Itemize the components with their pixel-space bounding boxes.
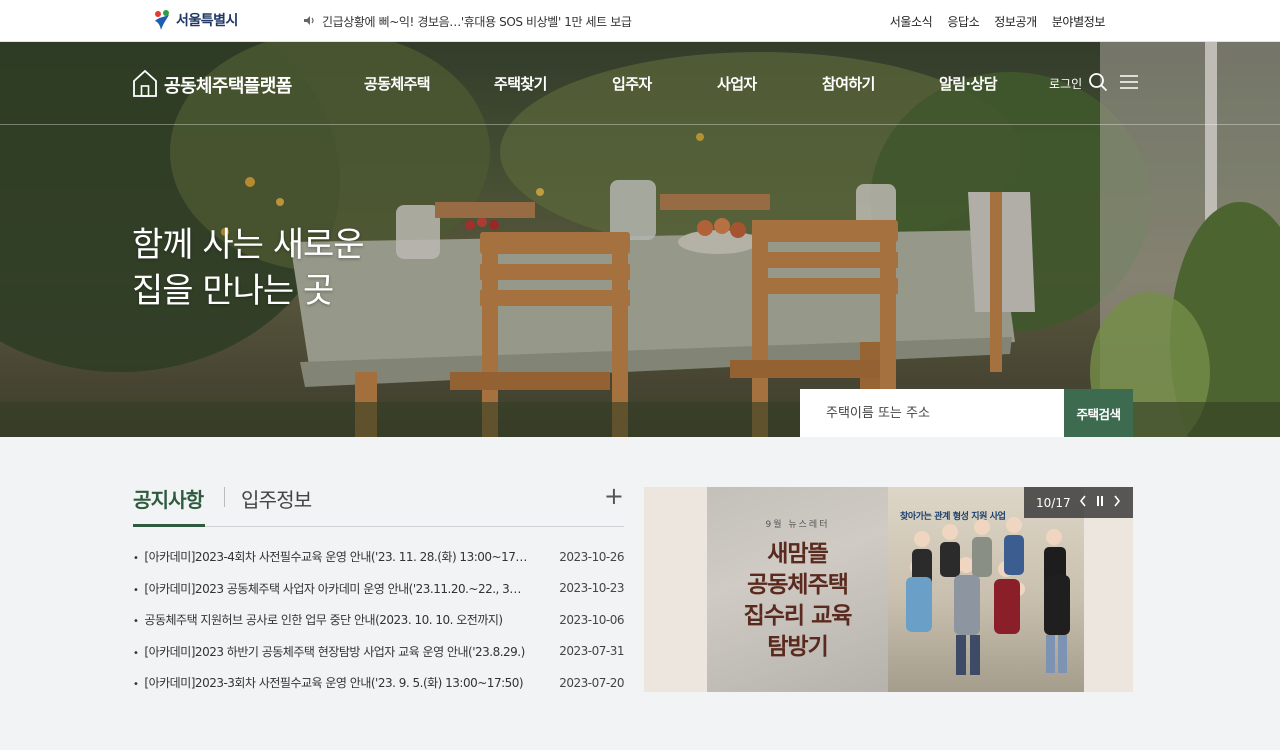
banner-pager: 10/17 [1024,487,1133,518]
hamburger-menu-icon[interactable] [1120,74,1139,93]
chevron-left-icon[interactable] [1079,495,1087,510]
main-nav: 공동체주택 주택찾기 입주자 사업자 참여하기 알림·상담 [364,73,1019,94]
list-item[interactable]: [아카데미]2023 하반기 공동체주택 현장탐방 사업자 교육 운영 안내('… [133,636,624,668]
list-item[interactable]: [아카데미]2023 공동체주택 사업자 아카데미 운영 안내('23.11.2… [133,573,624,605]
speaker-icon [303,15,316,29]
nav-item-notice-consult[interactable]: 알림·상담 [939,73,1019,94]
tab-divider [224,487,225,507]
login-link[interactable]: 로그인 [1049,75,1082,92]
list-item[interactable]: [아카데미]2023-4회차 사전필수교육 운영 안내('23. 11. 28.… [133,541,624,573]
notice-title[interactable]: [아카데미]2023 하반기 공동체주택 현장탐방 사업자 교육 운영 안내('… [133,643,528,660]
housing-search-box: 주택검색 [800,389,1133,437]
utility-links: 서울소식 응답소 정보공개 분야별정보 [890,13,1106,30]
banner-headline: 새맘뜰 공동체주택 집수리 교육 탐방기 [743,541,853,660]
hero-section: 공동체주택플랫폼 공동체주택 주택찾기 입주자 사업자 참여하기 알림·상담 로… [0,42,1280,437]
notice-title[interactable]: [아카데미]2023-3회차 사전필수교육 운영 안내('23. 9. 5.(화… [133,674,528,691]
notice-title[interactable]: [아카데미]2023 공동체주택 사업자 아카데미 운영 안내('23.11.2… [133,580,528,597]
notice-date: 2023-10-23 [559,581,624,596]
notice-list: [아카데미]2023-4회차 사전필수교육 운영 안내('23. 11. 28.… [133,541,624,699]
nav-item-residents[interactable]: 입주자 [612,73,717,94]
hero-headline-line2: 집을 만나는 곳 [132,271,334,311]
tab-move-in-info[interactable]: 입주정보 [241,480,312,527]
notice-date: 2023-10-06 [559,612,624,627]
header-actions: 로그인 [1049,72,1139,95]
notice-tabs: 공지사항 입주정보 + [133,480,624,527]
list-item[interactable]: 공동체주택 지원허브 공사로 인한 업무 중단 안내(2023. 10. 10.… [133,604,624,636]
list-item[interactable]: [아카데미]2023-3회차 사전필수교육 운영 안내('23. 9. 5.(화… [133,667,624,699]
ticker-text[interactable]: 긴급상황에 삐~익! 경보음…'휴대용 SOS 비상벨' 1만 세트 보급 [322,13,632,30]
util-link-eungdapso[interactable]: 응답소 [947,13,979,30]
main-navigation-bar: 공동체주택플랫폼 공동체주택 주택찾기 입주자 사업자 참여하기 알림·상담 로… [0,42,1280,125]
housing-search-button[interactable]: 주택검색 [1064,389,1133,437]
hero-headline: 함께 사는 새로운 집을 만나는 곳 [132,222,365,314]
util-link-field-info[interactable]: 분야별정보 [1052,13,1106,30]
seoul-logo-text: 서울특별시 [176,13,238,29]
top-utility-bar: 서울특별시 긴급상황에 삐~익! 경보음…'휴대용 SOS 비상벨' 1만 세트… [0,0,1280,42]
nav-item-business[interactable]: 사업자 [717,73,822,94]
nav-item-find-housing[interactable]: 주택찾기 [494,73,612,94]
tab-notices[interactable]: 공지사항 [133,480,205,527]
util-link-seoul-news[interactable]: 서울소식 [890,13,933,30]
platform-brand-text: 공동체주택플랫폼 [164,76,292,97]
notice-title[interactable]: [아카데미]2023-4회차 사전필수교육 운영 안내('23. 11. 28.… [133,548,528,565]
hero-headline-line1: 함께 사는 새로운 [132,225,365,265]
news-ticker[interactable]: 긴급상황에 삐~익! 경보음…'휴대용 SOS 비상벨' 1만 세트 보급 [303,13,632,30]
nav-item-participate[interactable]: 참여하기 [822,73,939,94]
pause-icon[interactable] [1096,495,1104,510]
more-plus-button[interactable]: + [604,484,624,508]
notice-date: 2023-07-20 [559,675,624,690]
housing-search-input[interactable] [800,389,1064,437]
util-link-info-disclosure[interactable]: 정보공개 [994,13,1037,30]
seoul-logo-icon [152,9,172,31]
notice-title[interactable]: 공동체주택 지원허브 공사로 인한 업무 중단 안내(2023. 10. 10.… [133,611,528,628]
newsletter-banner-image: 9월 뉴스레터 새맘뜰 공동체주택 집수리 교육 탐방기 [707,487,888,692]
platform-brand[interactable]: 공동체주택플랫폼 [132,69,292,101]
search-icon[interactable] [1088,72,1108,95]
seoul-logo[interactable]: 서울특별시 [152,9,238,31]
banner-kicker: 9월 뉴스레터 [765,520,830,530]
chevron-right-icon[interactable] [1113,495,1121,510]
notice-date: 2023-07-31 [559,644,624,659]
house-icon [132,69,158,101]
notice-date: 2023-10-26 [559,549,624,564]
banner-slide-counter: 10/17 [1036,495,1071,510]
notice-board: 공지사항 입주정보 + [아카데미]2023-4회차 사전필수교육 운영 안내(… [133,480,624,699]
nav-item-community-housing[interactable]: 공동체주택 [364,73,494,94]
